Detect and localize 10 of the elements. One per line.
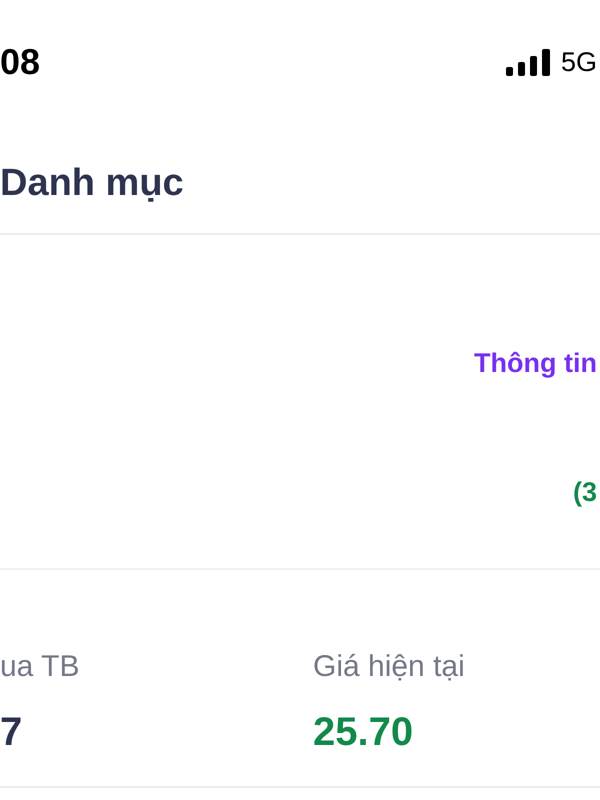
page-title: Danh mục [0, 161, 185, 206]
value-text: (3 [572, 476, 597, 509]
stat-value: 25.70 [313, 709, 414, 756]
signal-icon [506, 48, 550, 76]
network-label: 5G [560, 46, 597, 78]
info-link[interactable]: Thông tin [474, 346, 597, 380]
stat-label: ua TB [0, 649, 80, 685]
stat-label: Giá hiện tại [313, 649, 465, 685]
time-text: 08 [0, 40, 40, 84]
stat-value: 7 [0, 709, 22, 756]
